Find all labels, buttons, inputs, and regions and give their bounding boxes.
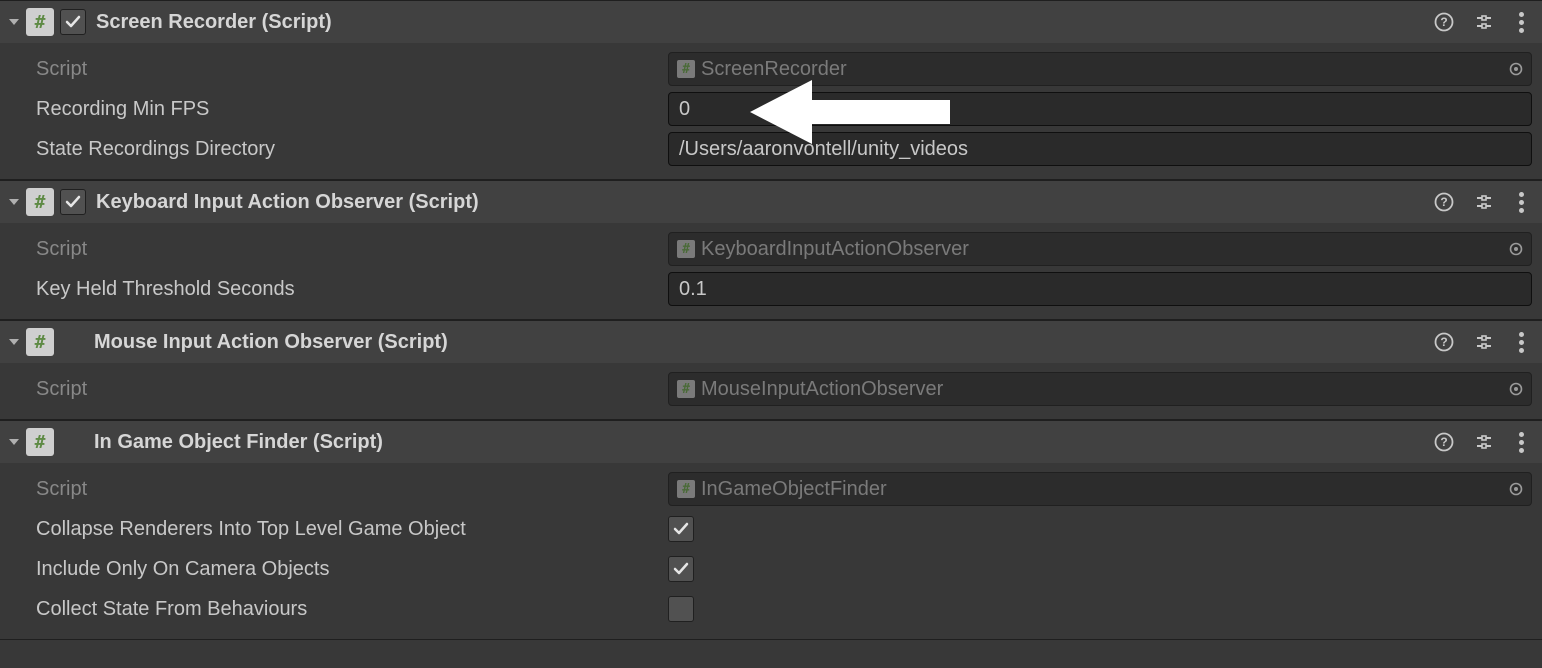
component-body: Script InGameObjectFinder Collapse Rende… (0, 463, 1542, 639)
component-header[interactable]: In Game Object Finder (Script) ? (0, 421, 1542, 463)
component-header[interactable]: Screen Recorder (Script) ? (0, 1, 1542, 43)
field-label-script: Script (36, 238, 668, 261)
object-picker-icon[interactable] (1507, 240, 1525, 258)
help-icon[interactable]: ? (1432, 190, 1456, 214)
component-title: Screen Recorder (Script) (96, 11, 1432, 34)
collapse-renderers-checkbox[interactable] (668, 516, 694, 542)
field-label-script: Script (36, 478, 668, 501)
object-picker-icon[interactable] (1507, 60, 1525, 78)
context-menu-icon[interactable] (1512, 430, 1530, 454)
help-icon[interactable]: ? (1432, 430, 1456, 454)
include-only-camera-checkbox[interactable] (668, 556, 694, 582)
component-screen-recorder: Screen Recorder (Script) ? Script Screen… (0, 0, 1542, 180)
field-label-key-held: Key Held Threshold Seconds (36, 278, 668, 301)
script-object-value: KeyboardInputActionObserver (701, 238, 969, 261)
script-icon (677, 380, 695, 398)
component-body: Script KeyboardInputActionObserver Key H… (0, 223, 1542, 319)
presets-icon[interactable] (1472, 330, 1496, 354)
help-icon[interactable]: ? (1432, 330, 1456, 354)
component-title: Mouse Input Action Observer (Script) (94, 331, 1432, 354)
context-menu-icon[interactable] (1512, 10, 1530, 34)
script-object-field: ScreenRecorder (668, 52, 1532, 86)
component-keyboard-input-action-observer: Keyboard Input Action Observer (Script) … (0, 180, 1542, 320)
script-object-value: InGameObjectFinder (701, 478, 887, 501)
foldout-toggle[interactable] (4, 336, 24, 348)
help-icon[interactable]: ? (1432, 10, 1456, 34)
state-dir-input[interactable]: /Users/aaronvontell/unity_videos (668, 132, 1532, 166)
svg-text:?: ? (1440, 435, 1447, 449)
component-header[interactable]: Mouse Input Action Observer (Script) ? (0, 321, 1542, 363)
component-in-game-object-finder: In Game Object Finder (Script) ? Script … (0, 420, 1542, 640)
field-label-collect: Collect State From Behaviours (36, 598, 668, 621)
component-enable-checkbox[interactable] (60, 9, 86, 35)
recording-min-fps-input[interactable]: 0 (668, 92, 1532, 126)
foldout-toggle[interactable] (4, 436, 24, 448)
svg-text:?: ? (1440, 15, 1447, 29)
script-object-field: InGameObjectFinder (668, 472, 1532, 506)
component-body: Script ScreenRecorder Recording Min FPS … (0, 43, 1542, 179)
context-menu-icon[interactable] (1512, 190, 1530, 214)
presets-icon[interactable] (1472, 190, 1496, 214)
field-label-collapse: Collapse Renderers Into Top Level Game O… (36, 518, 668, 541)
script-icon (677, 480, 695, 498)
component-body: Script MouseInputActionObserver (0, 363, 1542, 419)
script-icon (26, 428, 54, 456)
component-title: In Game Object Finder (Script) (94, 431, 1432, 454)
foldout-toggle[interactable] (4, 196, 24, 208)
script-object-value: ScreenRecorder (701, 58, 847, 81)
context-menu-icon[interactable] (1512, 330, 1530, 354)
component-title: Keyboard Input Action Observer (Script) (96, 191, 1432, 214)
field-label-script: Script (36, 58, 668, 81)
collect-state-checkbox[interactable] (668, 596, 694, 622)
key-held-threshold-input[interactable]: 0.1 (668, 272, 1532, 306)
component-mouse-input-action-observer: Mouse Input Action Observer (Script) ? S… (0, 320, 1542, 420)
script-object-field: MouseInputActionObserver (668, 372, 1532, 406)
script-icon (26, 188, 54, 216)
inspector-panel: Screen Recorder (Script) ? Script Screen… (0, 0, 1542, 640)
script-object-value: MouseInputActionObserver (701, 378, 943, 401)
field-label-recording-min-fps: Recording Min FPS (36, 98, 668, 121)
object-picker-icon[interactable] (1507, 480, 1525, 498)
field-label-state-dir: State Recordings Directory (36, 138, 668, 161)
foldout-toggle[interactable] (4, 16, 24, 28)
svg-text:?: ? (1440, 195, 1447, 209)
field-label-include: Include Only On Camera Objects (36, 558, 668, 581)
script-icon (26, 8, 54, 36)
object-picker-icon[interactable] (1507, 380, 1525, 398)
presets-icon[interactable] (1472, 10, 1496, 34)
component-enable-checkbox[interactable] (60, 189, 86, 215)
script-object-field: KeyboardInputActionObserver (668, 232, 1532, 266)
presets-icon[interactable] (1472, 430, 1496, 454)
script-icon (677, 60, 695, 78)
script-icon (26, 328, 54, 356)
script-icon (677, 240, 695, 258)
component-header[interactable]: Keyboard Input Action Observer (Script) … (0, 181, 1542, 223)
svg-text:?: ? (1440, 335, 1447, 349)
field-label-script: Script (36, 378, 668, 401)
